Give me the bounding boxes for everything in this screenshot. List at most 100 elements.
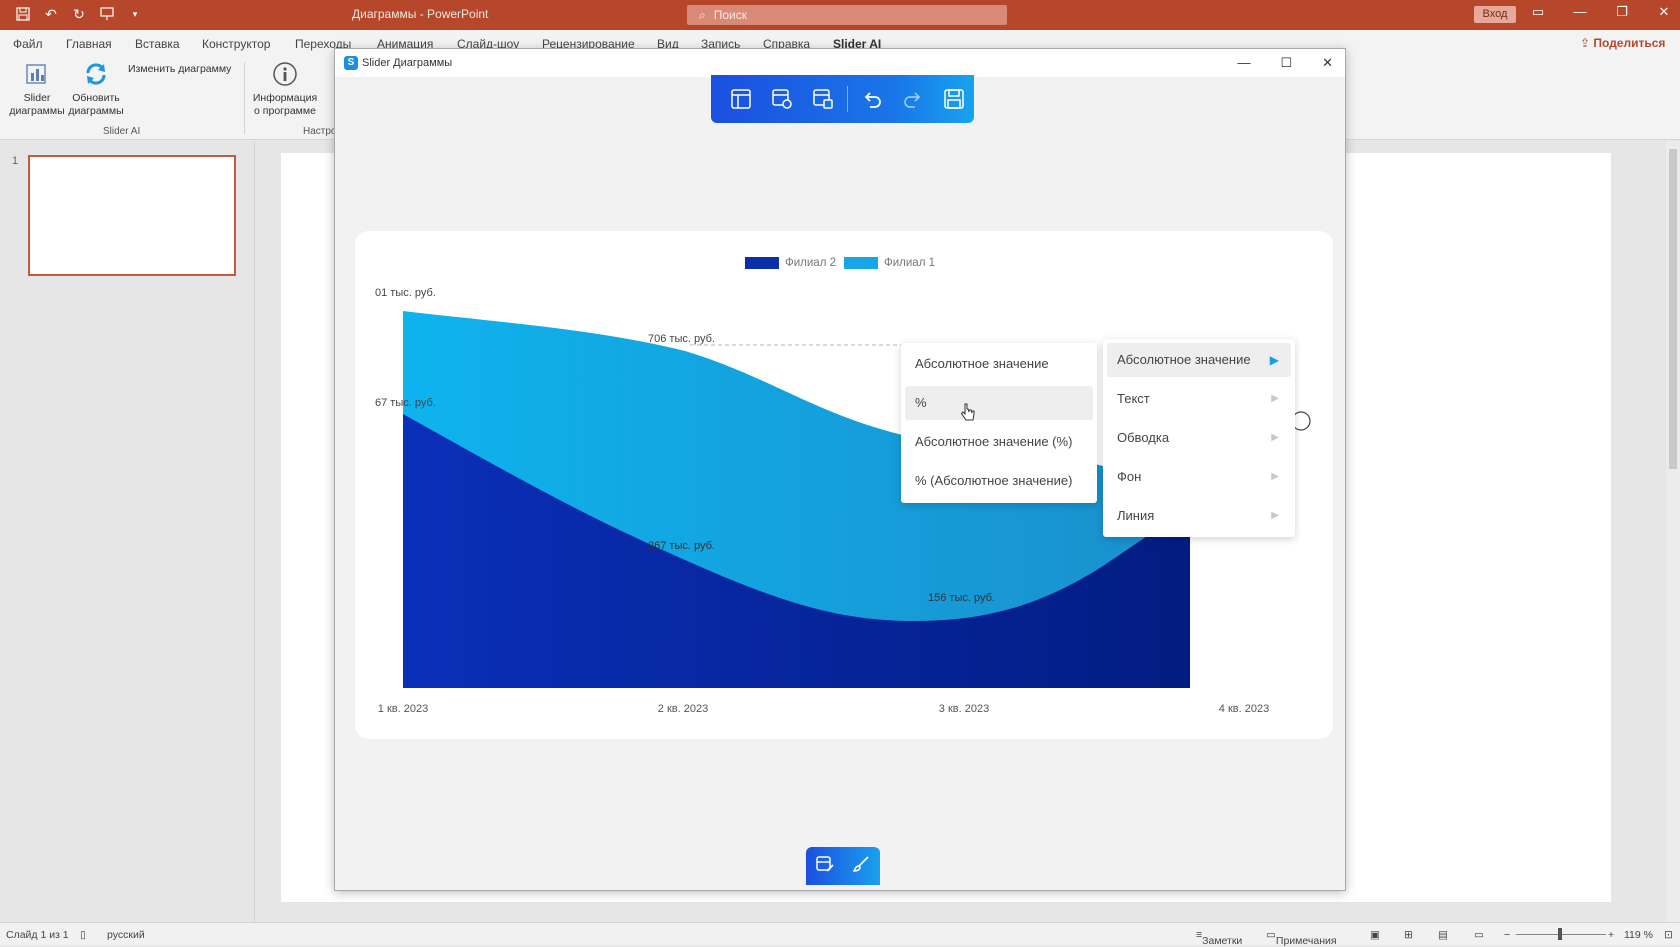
edit-data-icon bbox=[816, 855, 834, 872]
chart-settings-icon bbox=[812, 89, 833, 109]
undo-button[interactable] bbox=[852, 75, 893, 123]
edit-chart-button[interactable]: Изменить диаграмму bbox=[128, 63, 238, 76]
login-button[interactable]: Вход bbox=[1474, 6, 1516, 23]
dialog-minimize-icon[interactable]: — bbox=[1237, 55, 1250, 71]
menu-item-percent[interactable]: % bbox=[905, 386, 1093, 420]
data-label: 01 тыс. руб. bbox=[375, 287, 436, 299]
menu-item-absolute-value[interactable]: Абсолютное значение ▶ bbox=[1107, 343, 1291, 377]
chevron-right-icon: ▶ bbox=[1271, 432, 1279, 443]
chart-settings-button[interactable] bbox=[802, 75, 843, 123]
slider-logo-icon: S bbox=[344, 56, 358, 70]
customize-qat-icon[interactable]: ▾ bbox=[126, 5, 144, 23]
bottom-toolbar bbox=[806, 847, 880, 885]
tab-design[interactable]: Конструктор bbox=[202, 37, 270, 51]
slide-thumbnail[interactable] bbox=[28, 155, 236, 276]
slider-charts-dialog: S Slider Диаграммы — ☐ ✕ Филиал 2 Филиал… bbox=[334, 48, 1346, 891]
menu-item-absolute-percent[interactable]: Абсолютное значение (%) bbox=[905, 425, 1093, 459]
menu-item-background[interactable]: Фон ▶ bbox=[1107, 460, 1291, 494]
chart-toolbar bbox=[711, 75, 974, 123]
x-tick-label: 1 кв. 2023 bbox=[378, 703, 428, 715]
redo-button[interactable] bbox=[893, 75, 934, 123]
toolbar-separator bbox=[847, 86, 848, 112]
chevron-right-icon: ▶ bbox=[1271, 510, 1279, 521]
save-button[interactable] bbox=[933, 75, 974, 123]
save-icon[interactable] bbox=[14, 5, 32, 23]
slider-charts-button[interactable]: Slider диаграммы bbox=[8, 60, 66, 118]
tab-file[interactable]: Файл bbox=[13, 37, 43, 51]
app-title: Диаграммы - PowerPoint bbox=[352, 7, 489, 21]
undo-icon[interactable]: ↶ bbox=[42, 5, 60, 23]
chevron-right-icon: ▶ bbox=[1269, 353, 1279, 367]
menu-item-stroke[interactable]: Обводка ▶ bbox=[1107, 421, 1291, 455]
search-input[interactable]: ⌕ Поиск bbox=[687, 5, 1007, 25]
slide-info: Слайд 1 из 1 bbox=[6, 929, 69, 941]
zoom-level[interactable]: 119 % bbox=[1624, 929, 1653, 941]
chevron-right-icon: ▶ bbox=[1271, 471, 1279, 482]
dialog-close-icon[interactable]: ✕ bbox=[1322, 55, 1333, 71]
menu-item-text[interactable]: Текст ▶ bbox=[1107, 382, 1291, 416]
data-label: 706 тыс. руб. bbox=[648, 333, 715, 345]
scrollbar-thumb[interactable] bbox=[1669, 149, 1677, 469]
zoom-in-icon[interactable]: + bbox=[1608, 929, 1614, 941]
x-tick-label: 3 кв. 2023 bbox=[939, 703, 989, 715]
menu-item-percent-absolute[interactable]: % (Абсолютное значение) bbox=[905, 464, 1093, 498]
redo-icon bbox=[904, 92, 921, 108]
slide-thumbnail-pane: 1 bbox=[0, 141, 255, 922]
window-controls: ▭ — ❐ ✕ bbox=[1530, 4, 1672, 20]
status-bar: Слайд 1 из 1 ▯ русский ≡ Заметки ▭ Приме… bbox=[0, 922, 1680, 947]
style-brush-button[interactable] bbox=[851, 854, 871, 879]
dialog-maximize-icon[interactable]: ☐ bbox=[1280, 55, 1292, 71]
tab-home[interactable]: Главная bbox=[66, 37, 112, 51]
comments-button[interactable]: ▭ Примечания bbox=[1266, 929, 1337, 947]
notes-button[interactable]: ≡ Заметки bbox=[1196, 929, 1242, 947]
info-icon bbox=[271, 60, 299, 88]
redo-icon[interactable]: ↻ bbox=[70, 5, 88, 23]
dialog-title: Slider Диаграммы bbox=[362, 57, 453, 69]
save-icon bbox=[943, 89, 964, 109]
undo-icon bbox=[865, 92, 882, 108]
reading-view-icon[interactable]: ▤ bbox=[1438, 929, 1448, 941]
slide-number: 1 bbox=[12, 155, 19, 167]
edit-data-button[interactable] bbox=[815, 854, 835, 879]
data-label: 67 тыс. руб. bbox=[375, 397, 436, 409]
search-placeholder: Поиск bbox=[713, 8, 747, 22]
chart-data-button[interactable] bbox=[762, 75, 803, 123]
label-format-menu: Абсолютное значение % Абсолютное значени… bbox=[901, 343, 1097, 503]
menu-item-absolute[interactable]: Абсолютное значение bbox=[905, 347, 1093, 381]
brush-icon bbox=[852, 855, 869, 872]
slider-charts-icon bbox=[23, 60, 51, 88]
share-button[interactable]: ⇪ Поделиться bbox=[1580, 36, 1665, 50]
refresh-charts-button[interactable]: Обновить диаграммы bbox=[66, 60, 126, 118]
dialog-title-bar: S Slider Диаграммы — ☐ ✕ bbox=[335, 49, 1345, 77]
tab-insert[interactable]: Вставка bbox=[135, 37, 180, 51]
minimize-icon[interactable]: — bbox=[1572, 4, 1588, 20]
about-button[interactable]: Информация о программе bbox=[250, 60, 320, 118]
title-bar: ↶ ↻ ▾ Диаграммы - PowerPoint ⌕ Поиск Вхо… bbox=[0, 0, 1680, 30]
close-icon[interactable]: ✕ bbox=[1656, 4, 1672, 20]
slideshow-view-icon[interactable]: ▭ bbox=[1474, 929, 1484, 941]
spellcheck-icon[interactable]: ▯ bbox=[80, 929, 86, 941]
restore-icon[interactable]: ❐ bbox=[1614, 4, 1630, 20]
share-icon: ⇪ bbox=[1580, 36, 1594, 50]
group-label-slider-ai: Slider AI bbox=[103, 126, 141, 137]
hand-cursor-icon bbox=[960, 403, 975, 421]
chevron-right-icon: ▶ bbox=[1271, 393, 1279, 404]
fit-slide-icon[interactable]: ⊡ bbox=[1664, 929, 1673, 941]
normal-view-icon[interactable]: ▣ bbox=[1370, 929, 1380, 941]
presentation-icon[interactable] bbox=[98, 5, 116, 23]
ribbon-display-icon[interactable]: ▭ bbox=[1530, 4, 1546, 20]
menu-item-line[interactable]: Линия ▶ bbox=[1107, 499, 1291, 533]
chart-template-icon bbox=[731, 89, 752, 109]
slide-sorter-icon[interactable]: ⊞ bbox=[1404, 929, 1413, 941]
chart-template-button[interactable] bbox=[721, 75, 762, 123]
zoom-slider-handle[interactable] bbox=[1558, 928, 1562, 940]
data-label: 267 тыс. руб. bbox=[648, 540, 715, 552]
x-tick-label: 2 кв. 2023 bbox=[658, 703, 708, 715]
data-label: 156 тыс. руб. bbox=[928, 592, 995, 604]
label-settings-menu: Абсолютное значение ▶ Текст ▶ Обводка ▶ Фон… bbox=[1103, 339, 1295, 537]
vertical-scrollbar[interactable] bbox=[1666, 141, 1680, 922]
zoom-out-icon[interactable]: − bbox=[1504, 929, 1510, 941]
language[interactable]: русский bbox=[107, 929, 145, 941]
x-tick-label: 4 кв. 2023 bbox=[1219, 703, 1269, 715]
chart-data-icon bbox=[772, 89, 792, 109]
